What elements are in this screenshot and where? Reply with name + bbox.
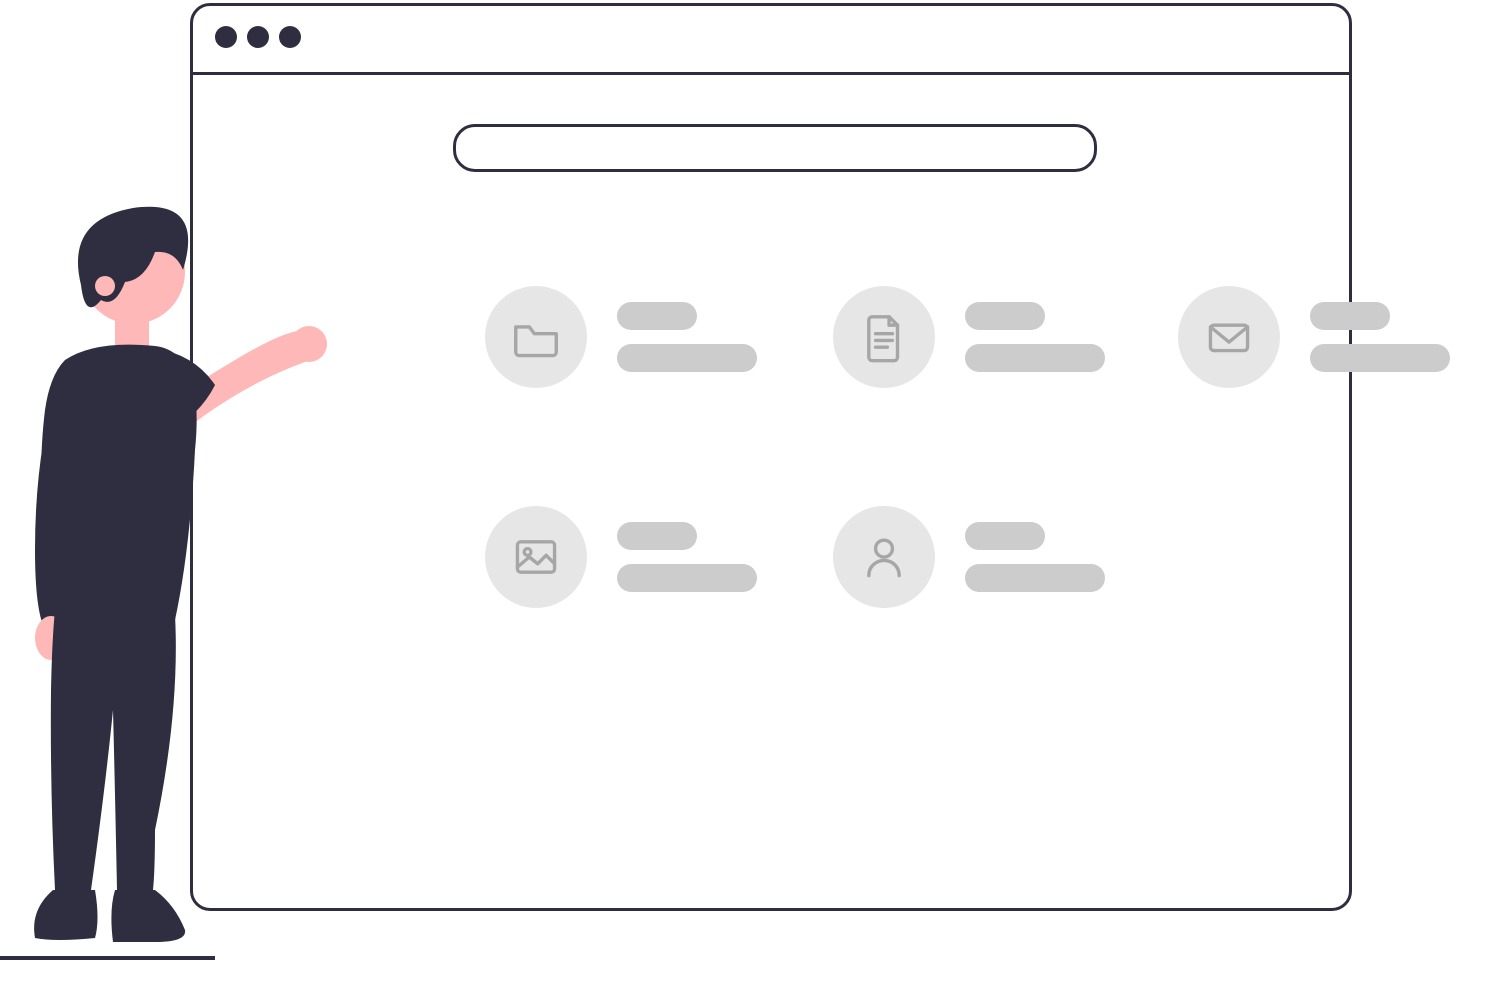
title-placeholder — [965, 522, 1045, 550]
illustration-root — [0, 0, 1489, 988]
ground-line — [0, 956, 215, 960]
traffic-light-dot — [215, 26, 237, 48]
traffic-light-dot — [279, 26, 301, 48]
grid-item-folder[interactable] — [485, 286, 757, 388]
grid-item-document[interactable] — [833, 286, 1105, 388]
search-bar[interactable] — [453, 124, 1097, 172]
grid-item-image[interactable] — [485, 506, 757, 608]
subtitle-placeholder — [965, 564, 1105, 592]
folder-icon — [485, 286, 587, 388]
grid-item-user[interactable] — [833, 506, 1105, 608]
person-illustration — [5, 190, 325, 960]
subtitle-placeholder — [965, 344, 1105, 372]
grid-item-mail[interactable] — [1178, 286, 1450, 388]
title-placeholder — [1310, 302, 1390, 330]
traffic-lights — [215, 26, 301, 48]
title-placeholder — [965, 302, 1045, 330]
placeholder-text — [1310, 302, 1450, 372]
subtitle-placeholder — [617, 344, 757, 372]
titlebar-divider — [193, 72, 1349, 75]
user-icon — [833, 506, 935, 608]
subtitle-placeholder — [1310, 344, 1450, 372]
title-placeholder — [617, 302, 697, 330]
mail-icon — [1178, 286, 1280, 388]
placeholder-text — [617, 302, 757, 372]
traffic-light-dot — [247, 26, 269, 48]
image-icon — [485, 506, 587, 608]
title-placeholder — [617, 522, 697, 550]
placeholder-text — [965, 522, 1105, 592]
browser-window — [190, 3, 1352, 911]
document-icon — [833, 286, 935, 388]
subtitle-placeholder — [617, 564, 757, 592]
placeholder-text — [617, 522, 757, 592]
placeholder-text — [965, 302, 1105, 372]
